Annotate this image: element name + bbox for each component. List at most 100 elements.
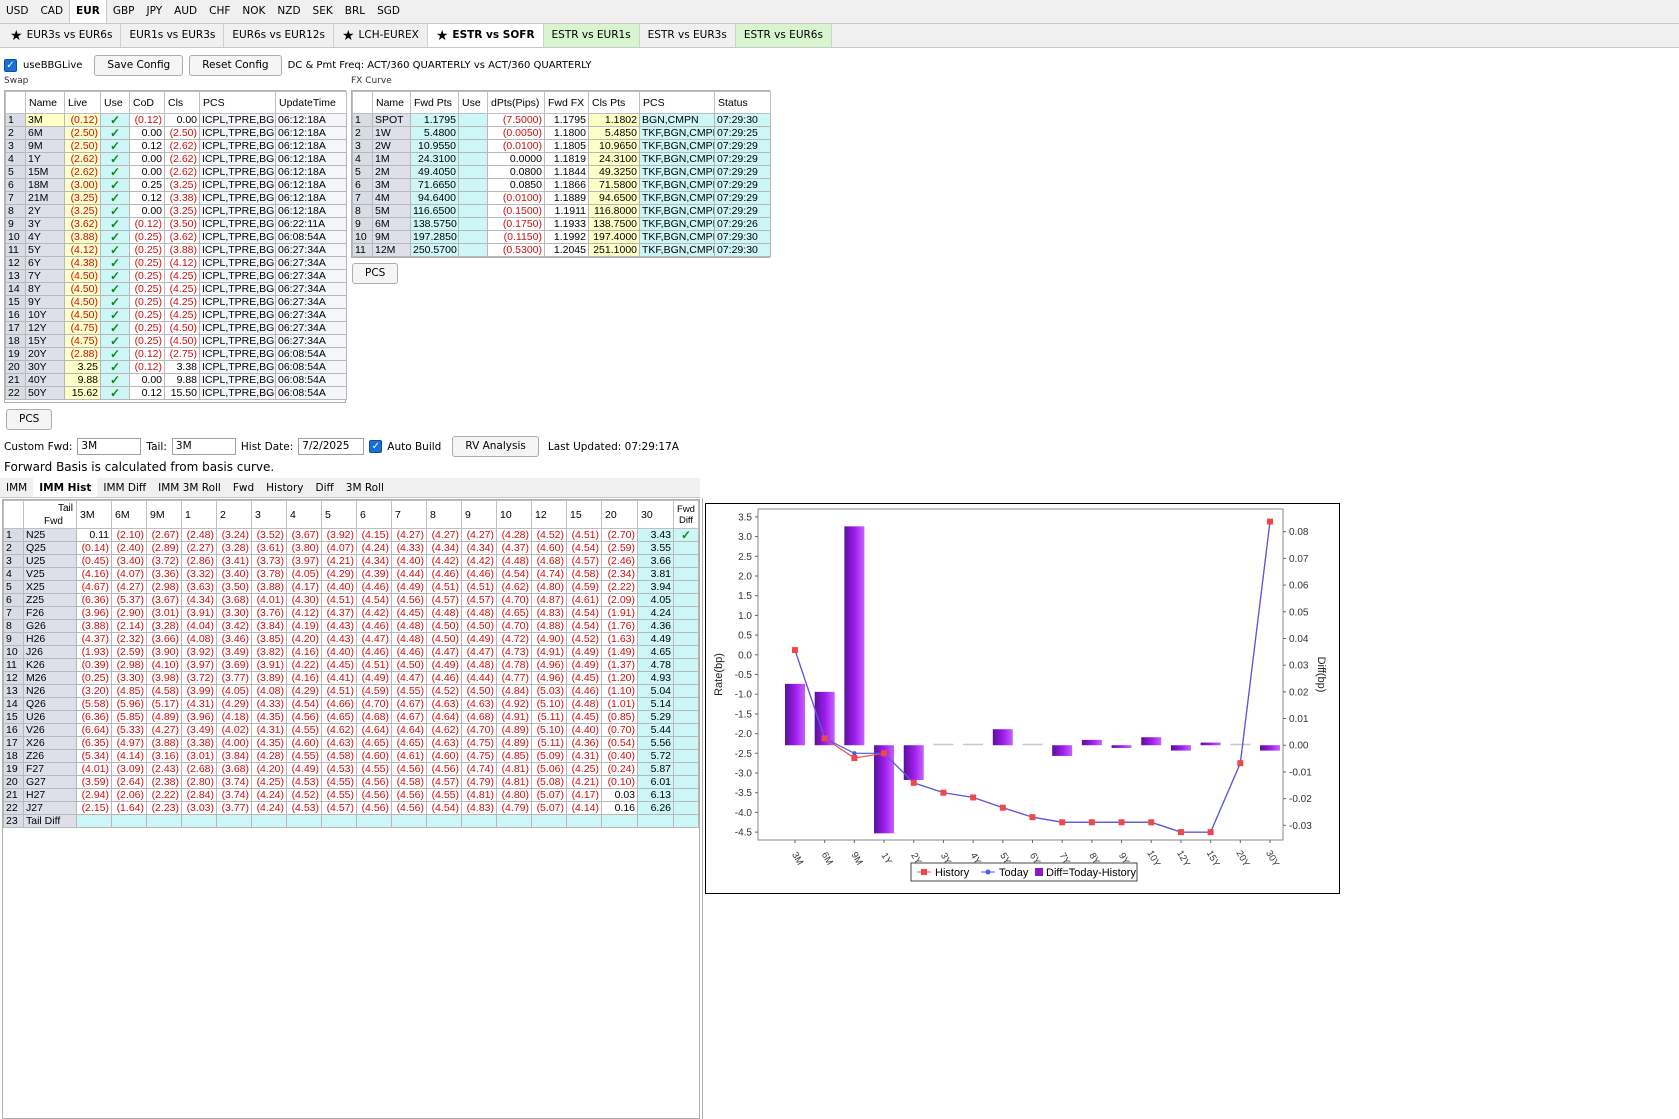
use-check-icon[interactable]: ✓: [100, 256, 130, 270]
swap-cell[interactable]: (2.50): [64, 139, 101, 153]
imm-row[interactable]: 18 Z26 (5.34) (4.14) (3.16) (3.01) (3.84) (4.28…: [3, 749, 699, 763]
imm-tenor-header[interactable]: 4: [286, 500, 322, 529]
swap-cell[interactable]: (4.50): [64, 308, 101, 322]
history-point[interactable]: [1088, 819, 1095, 826]
imm-tenor-header[interactable]: 15: [566, 500, 602, 529]
swap-row[interactable]: 11 5Y (4.12) ✓ (0.25) (3.88) ICPL,TPRE,BGN 06:2…: [5, 243, 347, 257]
fx-cell[interactable]: 71.6650: [410, 178, 459, 192]
diff-bar[interactable]: [1200, 742, 1221, 746]
fwd-diff-check-icon[interactable]: [673, 645, 699, 659]
pair-tab-6[interactable]: ESTR vs EUR3s: [640, 24, 736, 47]
history-point[interactable]: [881, 750, 888, 757]
imm-row[interactable]: 19 F27 (4.01) (3.09) (2.43) (2.68) (3.68) (4.20…: [3, 762, 699, 776]
analysis-tab-fwd[interactable]: Fwd: [227, 478, 260, 497]
currency-tab-chf[interactable]: CHF: [203, 0, 236, 23]
imm-row[interactable]: 15 U26 (6.36) (5.85) (4.89) (3.96) (4.18) (4.35…: [3, 710, 699, 724]
imm-row[interactable]: 14 Q26 (5.58) (5.96) (5.17) (4.31) (4.29) (4.33…: [3, 697, 699, 711]
fx-cell[interactable]: [458, 139, 488, 153]
swap-row[interactable]: 14 8Y (4.50) ✓ (0.25) (4.25) ICPL,TPRE,BGN 06:2…: [5, 282, 347, 296]
fx-row[interactable]: 10 9M 197.2850 (0.1150) 1.1992 197.4000 TKF,BG…: [352, 230, 771, 244]
fx-row[interactable]: 1 SPOT 1.1795 (7.5000) 1.1795 1.1802 BGN,CMPN 0…: [352, 113, 771, 127]
swap-cell[interactable]: (2.62): [64, 165, 101, 179]
fwd-diff-check-icon[interactable]: [673, 606, 699, 620]
use-check-icon[interactable]: ✓: [100, 165, 130, 179]
swap-cell[interactable]: (2.88): [64, 347, 101, 361]
swap-row[interactable]: 17 12Y (4.75) ✓ (0.25) (4.50) ICPL,TPRE,BGN 06:…: [5, 321, 347, 335]
imm-row[interactable]: 5 X25 (4.67) (4.27) (2.98) (3.63) (3.50) (3.88)…: [3, 580, 699, 594]
imm-row[interactable]: 2 Q25 (0.14) (2.40) (2.89) (2.27) (3.28) (3.61)…: [3, 541, 699, 555]
pair-tab-7[interactable]: ESTR vs EUR6s: [735, 24, 832, 47]
history-point[interactable]: [821, 735, 828, 742]
hist-date-input[interactable]: 7/2/2025: [298, 438, 365, 455]
diff-bar[interactable]: [844, 526, 865, 746]
fx-cell[interactable]: [458, 126, 488, 140]
swap-cell[interactable]: 3.25: [64, 360, 101, 374]
currency-tab-gbp[interactable]: GBP: [107, 0, 141, 23]
imm-row[interactable]: 7 F26 (3.96) (2.90) (3.01) (3.91) (3.30) (3.76)…: [3, 606, 699, 620]
swap-row[interactable]: 10 4Y (3.88) ✓ (0.25) (3.62) ICPL,TPRE,BGN 06:0…: [5, 230, 347, 244]
swap-row[interactable]: 19 20Y (2.88) ✓ (0.12) (2.75) ICPL,TPRE,BGN 06:…: [5, 347, 347, 361]
imm-row[interactable]: 22 J27 (2.15) (1.64) (2.23) (3.03) (3.77) (4.24…: [3, 801, 699, 815]
fwd-diff-check-icon[interactable]: [673, 684, 699, 698]
swap-row[interactable]: 21 40Y 9.88 ✓ 0.00 9.88 ICPL,TPRE,BGN 06:08:54A: [5, 373, 347, 387]
imm-tenor-header[interactable]: 6M: [111, 500, 147, 529]
fwd-diff-check-icon[interactable]: [673, 554, 699, 568]
imm-row[interactable]: 17 X26 (6.35) (4.97) (3.88) (3.38) (4.00) (4.35…: [3, 736, 699, 750]
fx-row[interactable]: 7 4M 94.6400 (0.0100) 1.1889 94.6500 TKF,BGN,C…: [352, 191, 771, 205]
swap-cell[interactable]: (2.62): [64, 152, 101, 166]
analysis-tab-imm[interactable]: IMM: [0, 478, 33, 497]
imm-row[interactable]: 6 Z25 (6.36) (5.37) (3.67) (4.34) (3.68) (4.01)…: [3, 593, 699, 607]
history-point[interactable]: [1267, 518, 1273, 525]
fx-row[interactable]: 8 5M 116.6500 (0.1500) 1.1911 116.8000 TKF,BGN…: [352, 204, 771, 218]
fx-row[interactable]: 5 2M 49.4050 0.0800 1.1844 49.3250 TKF,BGN,CMP…: [352, 165, 771, 179]
pair-tab-1[interactable]: EUR1s vs EUR3s: [121, 24, 225, 47]
swap-row[interactable]: 2 6M (2.50) ✓ 0.00 (2.50) ICPL,TPRE,BGN 06:12:1…: [5, 126, 347, 140]
history-point[interactable]: [851, 755, 858, 762]
use-check-icon[interactable]: ✓: [100, 321, 130, 335]
imm-row[interactable]: 4 V25 (4.16) (4.07) (3.36) (3.32) (3.40) (3.78)…: [3, 567, 699, 581]
fx-cell[interactable]: [458, 178, 488, 192]
use-check-icon[interactable]: ✓: [100, 269, 130, 283]
imm-row[interactable]: 21 H27 (2.94) (2.06) (2.22) (2.84) (3.74) (4.24…: [3, 788, 699, 802]
analysis-tab-imm-hist[interactable]: IMM Hist: [33, 478, 98, 497]
use-check-icon[interactable]: ✓: [100, 204, 130, 218]
analysis-tab-diff[interactable]: Diff: [310, 478, 340, 497]
use-check-icon[interactable]: ✓: [100, 126, 130, 140]
fx-header-cell[interactable]: Fwd Pts: [410, 91, 459, 114]
use-check-icon[interactable]: ✓: [100, 113, 130, 127]
imm-row[interactable]: 16 V26 (6.64) (5.33) (4.27) (3.49) (4.02) (4.31…: [3, 723, 699, 737]
swap-row[interactable]: 13 7Y (4.50) ✓ (0.25) (4.25) ICPL,TPRE,BGN 06:2…: [5, 269, 347, 283]
fwd-diff-check-icon[interactable]: [673, 658, 699, 672]
fx-row[interactable]: 4 1M 24.3100 0.0000 1.1819 24.3100 TKF,BGN,CMP…: [352, 152, 771, 166]
swap-header-cell[interactable]: Live: [64, 91, 101, 114]
swap-row[interactable]: 6 18M (3.00) ✓ 0.25 (3.25) ICPL,TPRE,BGN 06:12:…: [5, 178, 347, 192]
swap-cell[interactable]: (4.12): [64, 243, 101, 257]
swap-cell[interactable]: (4.50): [64, 295, 101, 309]
analysis-tab-imm-3m-roll[interactable]: IMM 3M Roll: [152, 478, 227, 497]
swap-row[interactable]: 20 30Y 3.25 ✓ (0.12) 3.38 ICPL,TPRE,BGN 06:08:5…: [5, 360, 347, 374]
pair-tab-2[interactable]: EUR6s vs EUR12s: [224, 24, 334, 47]
swap-row[interactable]: 15 9Y (4.50) ✓ (0.25) (4.25) ICPL,TPRE,BGN 06:2…: [5, 295, 347, 309]
swap-cell[interactable]: (3.25): [64, 191, 101, 205]
imm-tenor-header[interactable]: 3M: [76, 500, 112, 529]
diff-bar[interactable]: [1111, 745, 1132, 748]
diff-bar[interactable]: [963, 743, 984, 746]
swap-row[interactable]: 1 3M (0.12) ✓ (0.12) 0.00 ICPL,TPRE,BGN 06:12:1…: [5, 113, 347, 127]
analysis-tab-history[interactable]: History: [260, 478, 309, 497]
swap-header-cell[interactable]: [5, 91, 26, 114]
history-point[interactable]: [1177, 829, 1184, 836]
use-check-icon[interactable]: ✓: [100, 217, 130, 231]
imm-tenor-header[interactable]: 20: [601, 500, 638, 529]
currency-tab-eur[interactable]: EUR: [69, 0, 107, 23]
fwd-diff-check-icon[interactable]: [673, 697, 699, 711]
fx-cell[interactable]: [458, 204, 488, 218]
fx-header-cell[interactable]: Cls Pts: [588, 91, 640, 114]
history-point[interactable]: [1237, 760, 1244, 767]
fx-row[interactable]: 3 2W 10.9550 (0.0100) 1.1805 10.9650 TKF,BGN,C…: [352, 139, 771, 153]
use-bbg-live-checkbox[interactable]: ✓: [4, 58, 17, 72]
swap-cell[interactable]: 9.88: [64, 373, 101, 387]
diff-bar[interactable]: [933, 743, 954, 746]
fx-cell[interactable]: [458, 165, 488, 179]
fx-row[interactable]: 2 1W 5.4800 (0.0050) 1.1800 5.4850 TKF,BGN,CMP…: [352, 126, 771, 140]
swap-cell[interactable]: (4.50): [64, 282, 101, 296]
